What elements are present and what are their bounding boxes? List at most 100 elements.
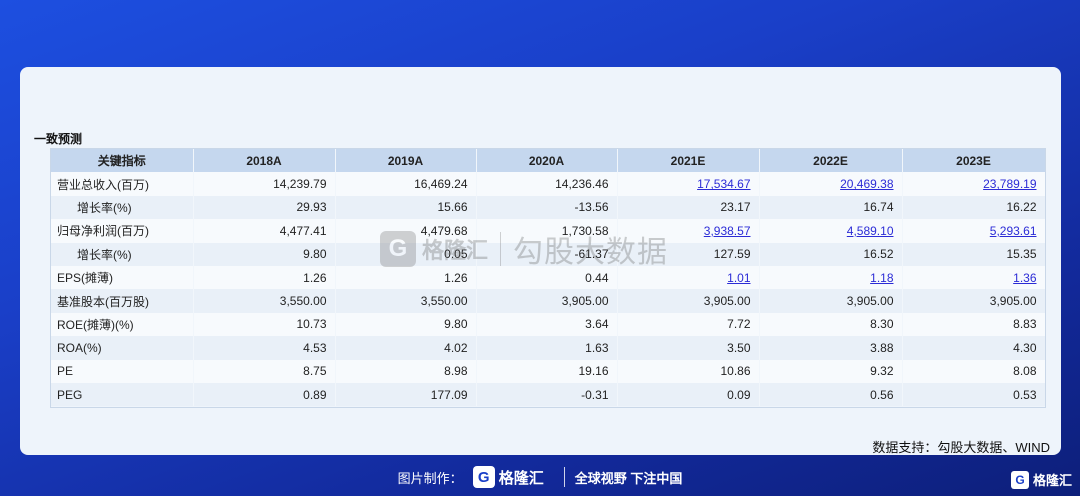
row-label: PE (51, 359, 194, 383)
table-cell: 8.08 (902, 359, 1045, 383)
table-cell: 1.26 (335, 265, 477, 290)
table-cell: 10.86 (617, 359, 760, 383)
table-cell: 3,550.00 (193, 289, 336, 313)
footer-made-by: 图片制作： (397, 470, 463, 486)
table-cell: 0.53 (902, 382, 1045, 407)
footer: 图片制作： G 格隆汇 全球视野 下注中国 (0, 462, 1080, 492)
value-link[interactable]: 23,789.19 (902, 172, 1045, 196)
table-row: 归母净利润(百万) 4,477.41 4,479.68 1,730.58 3,938.5… (51, 219, 1045, 243)
row-label: EPS(摊薄) (51, 265, 194, 290)
table-cell: -13.56 (476, 195, 618, 220)
table-body: 营业总收入(百万) 14,239.79 16,469.24 14,236.46 17,5… (51, 172, 1045, 407)
table-cell: 7.72 (617, 312, 760, 337)
row-label: 增长率(%) (51, 195, 194, 220)
gelonghui-logo-icon: G (1010, 470, 1029, 489)
table-cell: 3,905.00 (759, 289, 903, 313)
table-cell: 177.09 (335, 382, 477, 407)
column-header: 2021E (617, 149, 760, 173)
table-cell: 3.50 (617, 336, 760, 360)
table-cell: 3,905.00 (476, 289, 618, 313)
footer-divider (563, 467, 565, 487)
table-row: ROE(摊薄)(%) 10.73 9.80 3.64 7.72 8.30 8.83 (51, 312, 1045, 337)
table-cell: 1.63 (476, 336, 618, 360)
table-cell: 3.88 (759, 336, 903, 360)
column-header: 2023E (902, 149, 1045, 173)
value-link[interactable]: 1.18 (759, 265, 903, 290)
table-cell: 8.83 (902, 312, 1045, 337)
table-cell: 1,730.58 (476, 219, 618, 243)
value-link[interactable]: 17,534.67 (617, 172, 760, 196)
table-cell: 14,236.46 (476, 172, 618, 196)
table-cell: -0.31 (476, 382, 618, 407)
data-source-note: 数据支持：勾股大数据、WIND (872, 440, 1050, 455)
table-cell: 0.89 (193, 382, 336, 407)
corner-brand: 格隆汇 (1032, 473, 1072, 488)
row-label: 营业总收入(百万) (51, 172, 194, 196)
table-row: ROA(%) 4.53 4.02 1.63 3.50 3.88 4.30 (51, 336, 1045, 360)
value-link[interactable]: 5,293.61 (902, 219, 1045, 243)
table-cell: 4.30 (902, 336, 1045, 360)
row-label: 增长率(%) (51, 242, 194, 266)
footer-slogan: 全球视野 下注中国 (574, 470, 683, 486)
table-cell: 23.17 (617, 195, 760, 220)
table-cell: 4.53 (193, 336, 336, 360)
table-cell: 4.02 (335, 336, 477, 360)
row-label: PEG (51, 382, 194, 407)
table-cell: 3,905.00 (617, 289, 760, 313)
table-row: EPS(摊薄) 1.26 1.26 0.44 1.01 1.18 1.36 (51, 265, 1045, 290)
table-cell: 0.44 (476, 265, 618, 290)
table-cell: 1.26 (193, 265, 336, 290)
column-header: 2018A (193, 149, 336, 173)
table-row: 增长率(%) 29.93 15.66 -13.56 23.17 16.74 16.22 (51, 195, 1045, 220)
table-cell: 16.74 (759, 195, 903, 220)
table-cell: 0.05 (335, 242, 477, 266)
table-cell: 16.52 (759, 242, 903, 266)
table-cell: 3,550.00 (335, 289, 477, 313)
row-label: ROA(%) (51, 336, 194, 360)
forecast-table-container: 关键指标 2018A 2019A 2020A 2021E 2022E 2023E… (50, 148, 1046, 408)
row-label: ROE(摊薄)(%) (51, 312, 194, 337)
corner-logo: G 格隆汇 (1010, 470, 1072, 489)
column-header: 关键指标 (51, 149, 194, 173)
table-cell: 15.35 (902, 242, 1045, 266)
value-link[interactable]: 1.36 (902, 265, 1045, 290)
table-row: PE 8.75 8.98 19.16 10.86 9.32 8.08 (51, 359, 1045, 383)
table-cell: 8.75 (193, 359, 336, 383)
table-cell: 0.56 (759, 382, 903, 407)
column-header: 2020A (476, 149, 618, 173)
table-row: 基准股本(百万股) 3,550.00 3,550.00 3,905.00 3,905.0… (51, 289, 1045, 313)
value-link[interactable]: 4,589.10 (759, 219, 903, 243)
value-link[interactable]: 1.01 (617, 265, 760, 290)
table-cell: 0.09 (617, 382, 760, 407)
table-cell: 29.93 (193, 195, 336, 220)
table-cell: 19.16 (476, 359, 618, 383)
table-cell: 15.66 (335, 195, 477, 220)
table-cell: 9.80 (335, 312, 477, 337)
table-cell: 8.98 (335, 359, 477, 383)
table-cell: 10.73 (193, 312, 336, 337)
table-cell: 3,905.00 (902, 289, 1045, 313)
table-cell: 9.32 (759, 359, 903, 383)
table-cell: -61.37 (476, 242, 618, 266)
table-cell: 3.64 (476, 312, 618, 337)
row-label: 归母净利润(百万) (51, 219, 194, 243)
row-label: 基准股本(百万股) (51, 289, 194, 313)
table-cell: 14,239.79 (193, 172, 336, 196)
table-cell: 4,477.41 (193, 219, 336, 243)
table-row: 增长率(%) 9.80 0.05 -61.37 127.59 16.52 15.35 (51, 242, 1045, 266)
table-cell: 4,479.68 (335, 219, 477, 243)
table-cell: 9.80 (193, 242, 336, 266)
value-link[interactable]: 3,938.57 (617, 219, 760, 243)
column-header: 2022E (759, 149, 903, 173)
footer-logo: G 格隆汇 (472, 466, 544, 488)
table-cell: 127.59 (617, 242, 760, 266)
table-cell: 16.22 (902, 195, 1045, 220)
column-header: 2019A (335, 149, 477, 173)
table-row: PEG 0.89 177.09 -0.31 0.09 0.56 0.53 (51, 382, 1045, 407)
table-header-row: 关键指标 2018A 2019A 2020A 2021E 2022E 2023E (51, 149, 1045, 173)
gelonghui-logo-icon: G (472, 466, 495, 488)
forecast-table: 关键指标 2018A 2019A 2020A 2021E 2022E 2023E… (51, 149, 1045, 407)
value-link[interactable]: 20,469.38 (759, 172, 903, 196)
table-row: 营业总收入(百万) 14,239.79 16,469.24 14,236.46 17,5… (51, 172, 1045, 196)
footer-brand: 格隆汇 (498, 469, 544, 487)
